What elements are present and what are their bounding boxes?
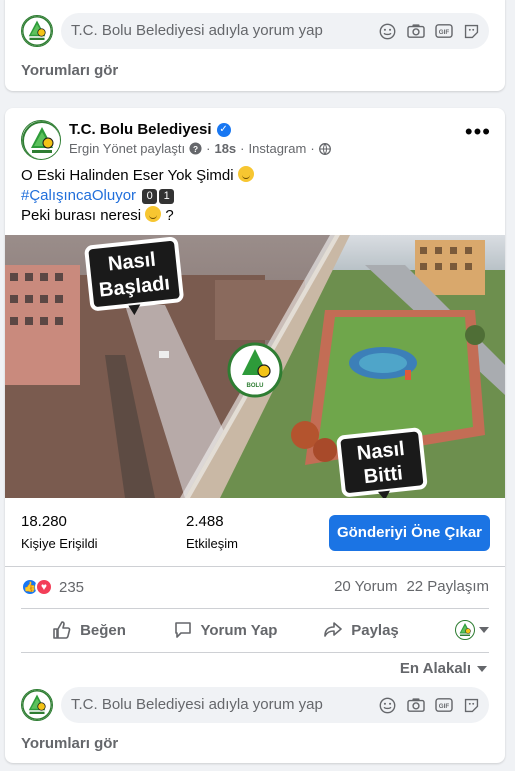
page-avatar[interactable]	[21, 689, 53, 721]
reach-stat: 18.280 Kişiye Erişildi	[21, 513, 98, 551]
share-button[interactable]: Paylaş	[293, 620, 429, 640]
thinking-emoji-icon	[145, 206, 162, 222]
more-options-icon[interactable]: •••	[465, 121, 491, 143]
boost-post-button[interactable]: Gönderiyi Öne Çıkar	[329, 515, 490, 551]
divider	[21, 608, 489, 609]
engagement-counts: 20 Yorum 22 Paylaşım	[334, 578, 489, 595]
thumbs-up-icon	[53, 621, 71, 639]
see-comments-link[interactable]: Yorumları gör	[21, 735, 118, 752]
page-name-link[interactable]: T.C. Bolu Belediyesi	[69, 121, 212, 138]
sticker-icon[interactable]	[462, 696, 481, 715]
meta-dot: ·	[310, 141, 315, 156]
post-source: Instagram	[248, 141, 307, 156]
emoji-icon[interactable]	[378, 696, 397, 715]
comment-count-link[interactable]: 20 Yorum	[334, 578, 397, 595]
page-avatar[interactable]	[21, 120, 61, 160]
chevron-down-icon	[479, 627, 489, 633]
post-meta: Ergin Yönet paylaştı ? · 18s · Instagram…	[69, 141, 331, 156]
post-time[interactable]: 18s	[214, 141, 236, 156]
smile-emoji-icon	[237, 166, 254, 182]
engagement-stat: 2.488 Etkileşim	[186, 513, 238, 551]
previous-post-card: T.C. Bolu Belediyesi adıyla yorum yap GI…	[5, 0, 505, 91]
post-as-selector[interactable]	[429, 620, 489, 640]
comment-icon	[174, 622, 191, 638]
post-card: T.C. Bolu Belediyesi ✓ Ergin Yönet payla…	[5, 108, 505, 763]
divider	[21, 652, 489, 653]
camera-icon[interactable]	[406, 22, 425, 41]
comment-tools: GIF	[378, 13, 481, 49]
svg-text:GIF: GIF	[438, 703, 449, 710]
post-line-3: Peki burası neresi	[21, 207, 142, 224]
hashtag-link[interactable]: #ÇalışıncaOluyor	[21, 187, 136, 204]
engagement-value: 2.488	[186, 513, 224, 530]
love-reaction-icon: ♥	[35, 578, 53, 596]
share-count-link[interactable]: 22 Paylaşım	[406, 578, 489, 595]
page-avatar[interactable]	[21, 15, 53, 47]
emoji-icon[interactable]	[378, 22, 397, 41]
camera-icon[interactable]	[406, 696, 425, 715]
comment-composer: T.C. Bolu Belediyesi adıyla yorum yap GI…	[21, 687, 489, 723]
info-icon[interactable]: ?	[189, 142, 202, 155]
svg-text:?: ?	[193, 144, 198, 154]
like-button[interactable]: Beğen	[21, 620, 157, 640]
verified-badge-icon: ✓	[216, 122, 231, 137]
sort-label: En Alakalı	[399, 660, 471, 677]
share-label: Paylaş	[351, 621, 399, 639]
share-arrow-icon	[324, 622, 343, 637]
like-label: Beğen	[80, 621, 126, 639]
divider	[5, 566, 505, 567]
sticker-icon[interactable]	[462, 22, 481, 41]
comment-label: Yorum Yap	[200, 621, 278, 639]
comment-button[interactable]: Yorum Yap	[157, 620, 293, 640]
see-comments-link[interactable]: Yorumları gör	[21, 62, 118, 79]
post-text: O Eski Halinden Eser Yok Şimdi #Çalışınc…	[21, 166, 254, 226]
post-author: T.C. Bolu Belediyesi ✓	[69, 121, 231, 138]
svg-text:GIF: GIF	[438, 29, 449, 36]
shared-by[interactable]: Ergin Yönet paylaştı	[69, 141, 185, 156]
meta-dot: ·	[206, 141, 211, 156]
reach-label: Kişiye Erişildi	[21, 536, 98, 551]
comment-sort-dropdown[interactable]: En Alakalı	[400, 660, 487, 677]
comment-composer: T.C. Bolu Belediyesi adıyla yorum yap GI…	[21, 13, 489, 49]
page-avatar-small-icon	[455, 620, 475, 640]
reaction-summary[interactable]: 👍 ♥ 235	[21, 578, 84, 596]
keycap-digit: 0	[142, 189, 158, 204]
sticker-bottom-line2: Bitti	[363, 462, 404, 488]
globe-icon	[318, 142, 331, 155]
gif-icon[interactable]: GIF	[434, 696, 453, 715]
comment-tools: GIF	[378, 687, 481, 723]
reaction-count: 235	[59, 578, 85, 596]
reach-value: 18.280	[21, 513, 67, 530]
meta-dot: ·	[240, 141, 245, 156]
keycap-digit: 1	[159, 189, 175, 204]
post-photo[interactable]: BOLU Nasıl Başladı Nasıl Bitti	[5, 235, 505, 498]
post-line-3-suffix: ?	[165, 207, 174, 224]
gif-icon[interactable]: GIF	[434, 22, 453, 41]
post-line-1: O Eski Halinden Eser Yok Şimdi	[21, 167, 234, 184]
post-actions: Beğen Yorum Yap Paylaş	[21, 612, 489, 648]
photo-logo-text: BOLU	[247, 383, 264, 389]
engagement-label: Etkileşim	[186, 536, 239, 551]
chevron-down-icon	[477, 665, 487, 672]
